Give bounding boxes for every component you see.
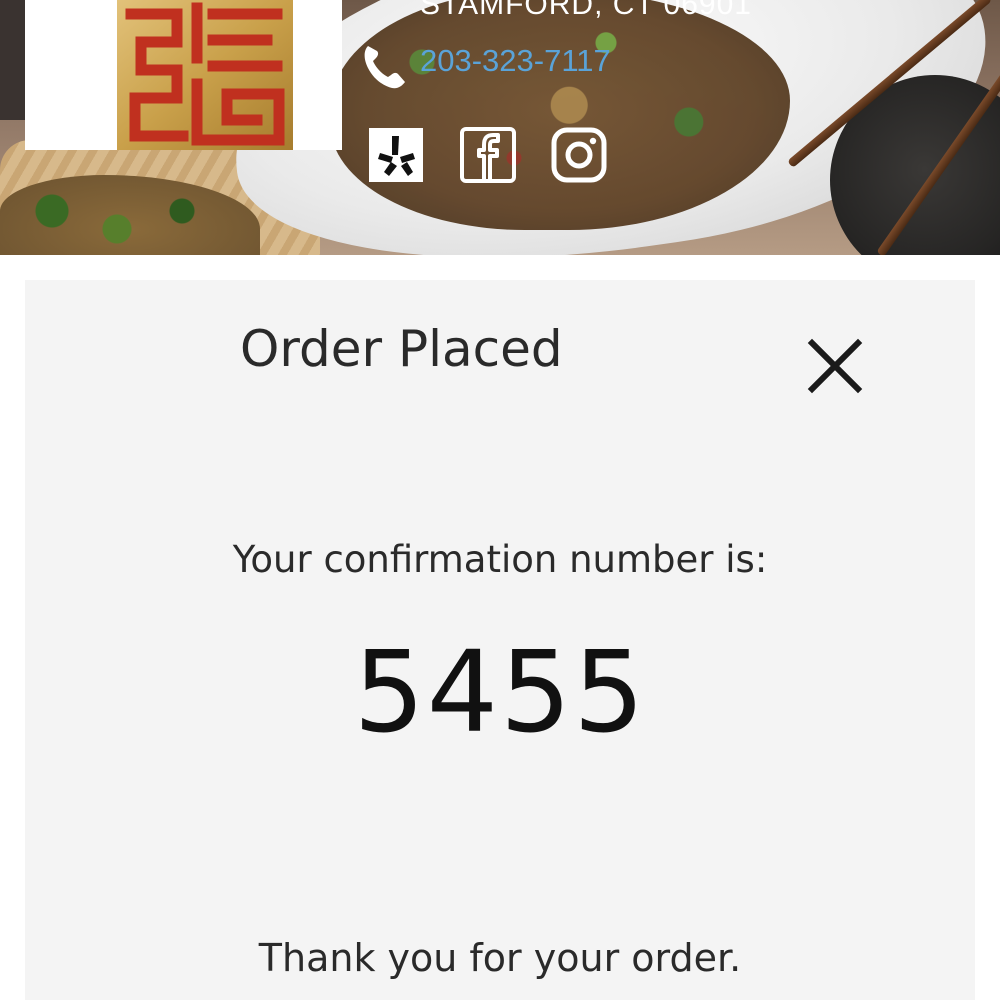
yelp-icon[interactable] (367, 126, 425, 184)
restaurant-header-banner: STAMFORD, CT 06901 203-323-7117 (0, 0, 1000, 255)
instagram-icon[interactable] (550, 126, 608, 184)
confirmation-label: Your confirmation number is: (232, 538, 768, 581)
restaurant-address: STAMFORD, CT 06901 (420, 0, 752, 21)
phone-icon (364, 46, 405, 89)
close-button[interactable] (804, 335, 866, 397)
thank-you-message: Thank you for your order. (258, 936, 742, 980)
phone-link[interactable]: 203-323-7117 (420, 43, 611, 79)
close-icon (807, 338, 863, 394)
logo-seal-icon (117, 0, 293, 150)
confirmation-number: 5455 (353, 628, 647, 758)
modal-title: Order Placed (240, 320, 563, 378)
restaurant-logo[interactable] (25, 0, 342, 150)
facebook-icon[interactable] (459, 126, 517, 184)
